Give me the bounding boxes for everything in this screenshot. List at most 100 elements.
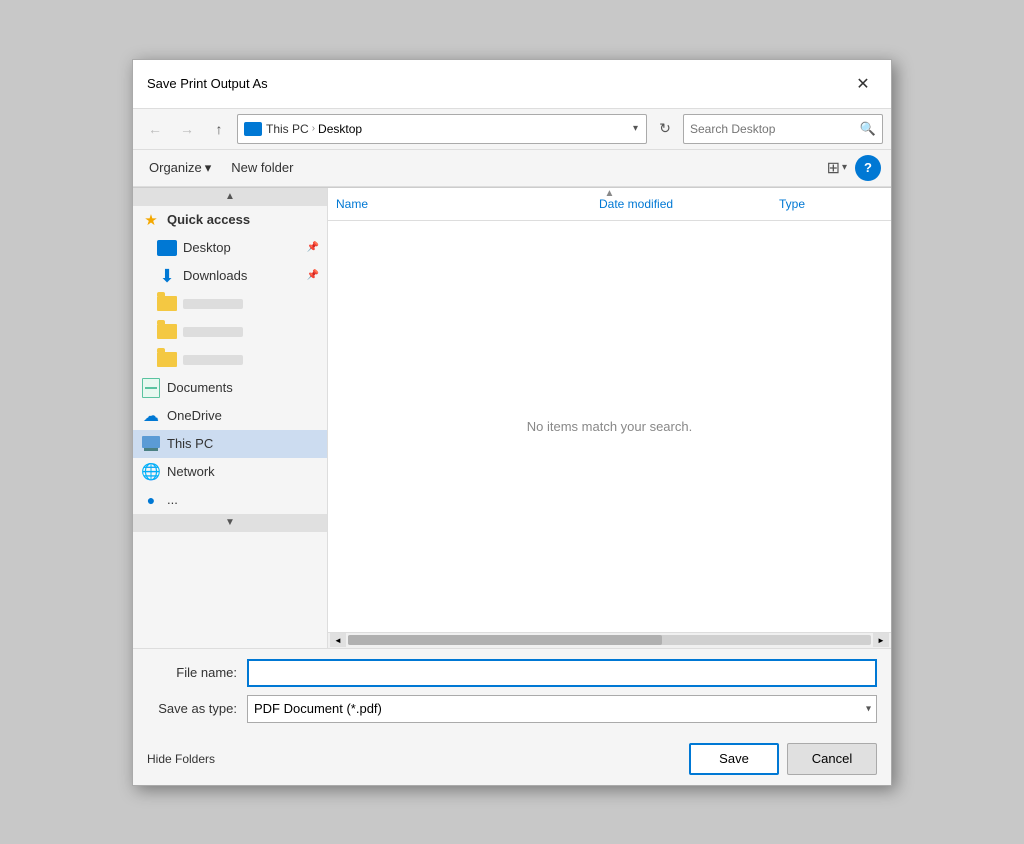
folder1-icon [157, 296, 177, 312]
bottom-form: File name: Save as type: PDF Document (*… [133, 648, 891, 741]
h-scroll-track [348, 635, 871, 645]
sidebar-item-downloads[interactable]: ⬇ Downloads 📌 [133, 262, 327, 290]
file-list-header: ▲ Name Date modified Type [328, 188, 891, 221]
forward-icon: → [180, 121, 194, 137]
breadcrumb-sep1: › [312, 123, 315, 134]
sidebar-item-network[interactable]: 🌐 Network [133, 458, 327, 486]
back-button[interactable]: ← [141, 115, 169, 143]
h-scroll-thumb[interactable] [348, 635, 662, 645]
savetype-dropdown[interactable]: PDF Document (*.pdf) All Files (*.*) [247, 695, 877, 723]
view-toggle-button[interactable]: ⊞ ▾ [827, 158, 847, 178]
breadcrumb-dropdown-button[interactable]: ▾ [631, 123, 640, 134]
dialog-title: Save Print Output As [147, 76, 268, 91]
sidebar: ▲ ★ Quick access Desktop 📌 [133, 188, 328, 648]
sidebar-label-onedrive: OneDrive [167, 408, 222, 423]
main-area: ▲ ★ Quick access Desktop 📌 [133, 188, 891, 648]
breadcrumb-thispc[interactable]: This PC [266, 122, 309, 136]
up-button[interactable]: ↑ [205, 115, 233, 143]
horizontal-scrollbar: ◄ ► [328, 632, 891, 648]
sidebar-item-quickaccess[interactable]: ★ Quick access [133, 206, 327, 234]
thispc-icon [141, 436, 161, 452]
sidebar-item-onedrive[interactable]: ☁ OneDrive [133, 402, 327, 430]
file-area: ▲ Name Date modified Type No items match… [328, 188, 891, 648]
sidebar-label-folder2 [183, 327, 243, 337]
main-wrapper: ▲ ★ Quick access Desktop 📌 [133, 187, 891, 648]
sidebar-label-desktop: Desktop [183, 240, 231, 255]
close-button[interactable]: ✕ [849, 70, 877, 98]
new-folder-button[interactable]: New folder [225, 157, 299, 178]
pin-icon: 📌 [307, 242, 319, 253]
sidebar-label-downloads: Downloads [183, 268, 247, 283]
more-icon: ● [141, 492, 161, 508]
folder3-icon [157, 352, 177, 368]
desktop-icon [157, 240, 177, 256]
sidebar-item-documents[interactable]: Documents [133, 374, 327, 402]
filename-label: File name: [147, 665, 247, 680]
sidebar-label-more: ... [167, 492, 178, 507]
col-type-header[interactable]: Type [771, 193, 891, 215]
breadcrumb-desktop[interactable]: Desktop [318, 122, 362, 136]
sidebar-item-folder2[interactable] [133, 318, 327, 346]
star-icon: ★ [141, 212, 161, 228]
folder2-icon [157, 324, 177, 340]
sidebar-label-quickaccess: Quick access [167, 212, 250, 227]
organize-button[interactable]: Organize ▾ [143, 157, 217, 179]
back-icon: ← [148, 121, 162, 137]
sidebar-label-folder3 [183, 355, 243, 365]
action-bar: Organize ▾ New folder ⊞ ▾ ? [133, 150, 891, 187]
footer: Hide Folders Save Cancel [133, 741, 891, 785]
savetype-label: Save as type: [147, 701, 247, 716]
forward-button[interactable]: → [173, 115, 201, 143]
refresh-icon: ↻ [659, 120, 671, 137]
sidebar-label-documents: Documents [167, 380, 233, 395]
help-button[interactable]: ? [855, 155, 881, 181]
sidebar-label-folder1 [183, 299, 243, 309]
search-box: 🔍 [683, 114, 883, 144]
breadcrumb-bar[interactable]: This PC › Desktop ▾ [237, 114, 647, 144]
cancel-button[interactable]: Cancel [787, 743, 877, 775]
breadcrumb-path: This PC › Desktop [266, 122, 362, 136]
empty-message: No items match your search. [527, 419, 692, 434]
sidebar-item-more[interactable]: ● ... [133, 486, 327, 514]
filename-input[interactable] [247, 659, 877, 687]
documents-icon [141, 380, 161, 396]
view-arrow-icon: ▾ [842, 162, 847, 173]
file-list-empty: No items match your search. [328, 221, 891, 632]
onedrive-icon: ☁ [141, 408, 161, 424]
sidebar-scroll-up[interactable]: ▲ [133, 188, 327, 206]
scroll-up-icon: ▲ [225, 191, 235, 202]
breadcrumb-pc-icon [244, 122, 262, 136]
save-button[interactable]: Save [689, 743, 779, 775]
col-date-header[interactable]: Date modified [591, 193, 771, 215]
organize-arrow-icon: ▾ [205, 160, 212, 176]
organize-label: Organize [149, 160, 202, 175]
pin-icon-downloads: 📌 [307, 270, 319, 281]
scroll-down-icon: ▼ [225, 517, 235, 528]
filename-row: File name: [147, 659, 877, 687]
sidebar-scroll-down[interactable]: ▼ [133, 514, 327, 532]
sidebar-label-network: Network [167, 464, 215, 479]
col-name-header[interactable]: Name [328, 193, 591, 215]
filename-input-wrap [247, 659, 877, 687]
title-bar: Save Print Output As ✕ [133, 60, 891, 109]
search-input[interactable] [690, 122, 860, 136]
savetype-wrap: PDF Document (*.pdf) All Files (*.*) ▾ [247, 695, 877, 723]
sidebar-item-thispc[interactable]: This PC [133, 430, 327, 458]
sidebar-item-folder1[interactable] [133, 290, 327, 318]
navigation-toolbar: ← → ↑ This PC › Desktop ▾ ↻ 🔍 [133, 109, 891, 150]
search-icon: 🔍 [860, 121, 876, 137]
footer-buttons: Save Cancel [689, 743, 877, 775]
network-icon: 🌐 [141, 464, 161, 480]
save-dialog: Save Print Output As ✕ ← → ↑ This PC › D… [132, 59, 892, 786]
sidebar-label-thispc: This PC [167, 436, 213, 451]
sidebar-item-desktop[interactable]: Desktop 📌 [133, 234, 327, 262]
savetype-row: Save as type: PDF Document (*.pdf) All F… [147, 695, 877, 723]
up-icon: ↑ [216, 121, 223, 137]
hide-folders-link[interactable]: Hide Folders [147, 752, 215, 766]
sidebar-item-folder3[interactable] [133, 346, 327, 374]
file-scroll-up[interactable]: ▲ [605, 188, 615, 199]
refresh-button[interactable]: ↻ [651, 115, 679, 143]
h-scroll-left-btn[interactable]: ◄ [330, 633, 346, 647]
downloads-icon: ⬇ [157, 268, 177, 284]
h-scroll-right-btn[interactable]: ► [873, 633, 889, 647]
